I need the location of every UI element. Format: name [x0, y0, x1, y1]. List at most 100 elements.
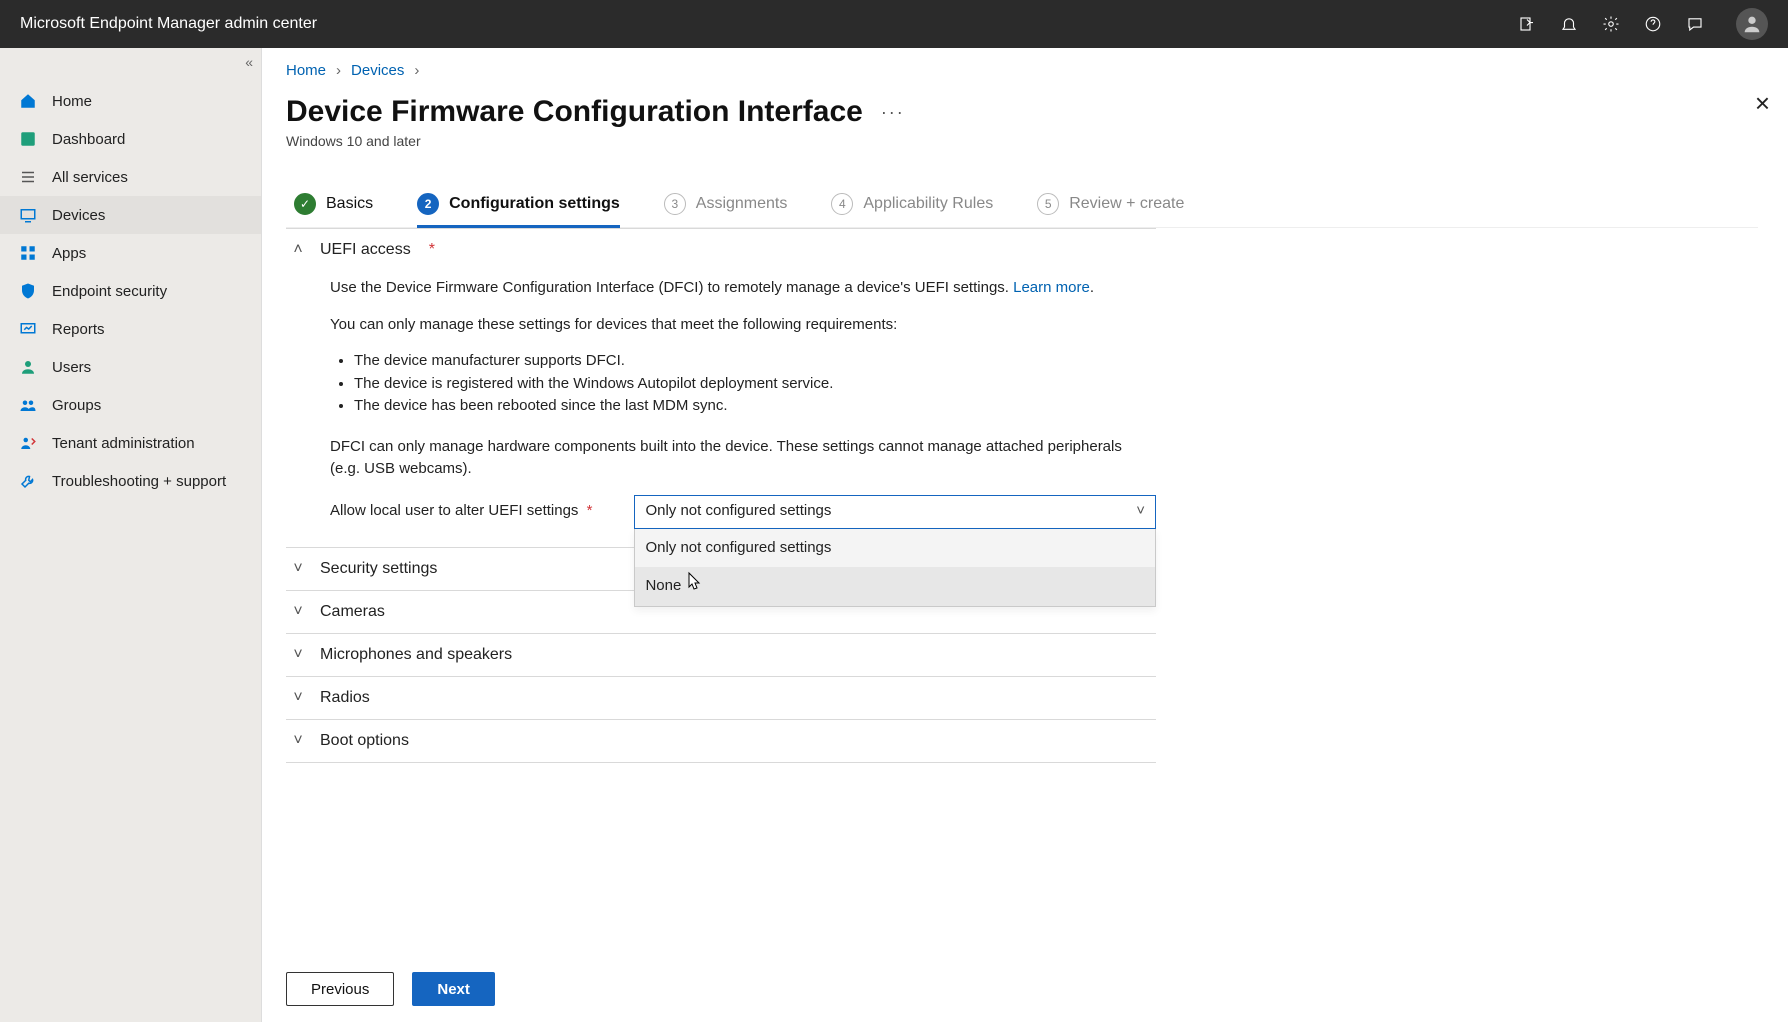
sidebar-item-label: Endpoint security	[52, 283, 167, 300]
sidebar-item-label: Users	[52, 359, 91, 376]
chevron-down-icon: ˅	[290, 689, 306, 707]
sidebar-item-endpoint-security[interactable]: Endpoint security	[0, 272, 261, 310]
sidebar-item-label: Reports	[52, 321, 105, 338]
troubleshoot-icon	[18, 471, 38, 491]
gear-icon[interactable]	[1602, 15, 1620, 33]
step-label: Applicability Rules	[863, 195, 993, 213]
wizard-step-basics[interactable]: ✓Basics	[294, 193, 373, 227]
section-title: Cameras	[320, 603, 385, 621]
sidebar: « Home Dashboard All services Devices Apps En…	[0, 48, 262, 1022]
step-label: Configuration settings	[449, 195, 620, 213]
avatar[interactable]	[1736, 8, 1768, 40]
required-indicator: *	[429, 241, 435, 259]
sidebar-item-all-services[interactable]: All services	[0, 158, 261, 196]
chevron-down-icon: ˅	[290, 646, 306, 664]
intro-text: Use the Device Firmware Configuration In…	[330, 277, 1156, 300]
breadcrumb-devices[interactable]: Devices	[351, 62, 404, 79]
security-icon	[18, 281, 38, 301]
chevron-down-icon: ˅	[290, 603, 306, 621]
sidebar-item-dashboard[interactable]: Dashboard	[0, 120, 261, 158]
step-number-icon: 5	[1037, 193, 1059, 215]
section-radios: ˅ Radios	[286, 677, 1156, 720]
list-item: The device manufacturer supports DFCI.	[354, 350, 1156, 373]
help-icon[interactable]	[1644, 15, 1662, 33]
body: « Home Dashboard All services Devices Apps En…	[0, 48, 1788, 1022]
previous-button[interactable]: Previous	[286, 972, 394, 1006]
chat-icon[interactable]	[1686, 15, 1704, 33]
tenant-icon	[18, 433, 38, 453]
list-icon	[18, 167, 38, 187]
sidebar-item-label: Home	[52, 93, 92, 110]
more-actions-button[interactable]: ···	[881, 102, 905, 123]
sidebar-item-label: Groups	[52, 397, 101, 414]
chevron-down-icon: ˅	[290, 560, 306, 578]
upload-icon[interactable]	[1518, 15, 1536, 33]
dropdown-button[interactable]: Only not configured settings ˅	[634, 495, 1156, 529]
section-header[interactable]: ˅ Radios	[286, 677, 1156, 719]
peripheral-note: DFCI can only manage hardware components…	[330, 436, 1156, 481]
home-icon	[18, 91, 38, 111]
dropdown-option[interactable]: None	[635, 567, 1155, 606]
sidebar-item-reports[interactable]: Reports	[0, 310, 261, 348]
sidebar-item-tenant-administration[interactable]: Tenant administration	[0, 424, 261, 462]
next-button[interactable]: Next	[412, 972, 495, 1006]
step-label: Assignments	[696, 195, 788, 213]
sidebar-item-users[interactable]: Users	[0, 348, 261, 386]
field-label: Allow local user to alter UEFI settings …	[330, 500, 592, 523]
main: Home › Devices › Device Firmware Configu…	[262, 48, 1788, 1022]
wizard-step-applicability-rules[interactable]: 4Applicability Rules	[831, 193, 993, 227]
chevron-down-icon: ˅	[290, 732, 306, 750]
sidebar-item-groups[interactable]: Groups	[0, 386, 261, 424]
sidebar-item-label: All services	[52, 169, 128, 186]
learn-more-link[interactable]: Learn more	[1013, 279, 1090, 296]
sidebar-item-label: Dashboard	[52, 131, 125, 148]
sidebar-item-label: Apps	[52, 245, 86, 262]
sidebar-item-devices[interactable]: Devices	[0, 196, 261, 234]
section-header[interactable]: ˅ Microphones and speakers	[286, 634, 1156, 676]
topbar: Microsoft Endpoint Manager admin center	[0, 0, 1788, 48]
close-blade-button[interactable]: ×	[1755, 88, 1770, 119]
wizard-step-assignments[interactable]: 3 Assignments	[664, 193, 788, 227]
page-title: Device Firmware Configuration Interface	[286, 95, 863, 129]
wizard-step-review-create[interactable]: 5 Review + create	[1037, 193, 1184, 227]
list-item: The device has been rebooted since the l…	[354, 395, 1156, 418]
section-title: Boot options	[320, 732, 409, 750]
sidebar-item-label: Devices	[52, 207, 105, 224]
sidebar-item-label: Tenant administration	[52, 435, 195, 452]
step-label: Basics	[326, 195, 373, 213]
section-boot-options: ˅ Boot options	[286, 720, 1156, 763]
collapse-sidebar-button[interactable]: «	[245, 54, 253, 70]
cursor-icon	[687, 571, 703, 591]
sidebar-item-troubleshooting-support[interactable]: Troubleshooting + support	[0, 462, 261, 500]
bell-icon[interactable]	[1560, 15, 1578, 33]
sidebar-item-home[interactable]: Home	[0, 82, 261, 120]
footer: Previous Next	[262, 959, 1788, 1022]
section-microphones-and-speakers: ˅ Microphones and speakers	[286, 634, 1156, 677]
selected-value: Only not configured settings	[645, 500, 831, 523]
step-number-icon: 3	[664, 193, 686, 215]
section-header[interactable]: ˅ Boot options	[286, 720, 1156, 762]
devices-icon	[18, 205, 38, 225]
required-indicator: *	[582, 502, 592, 519]
app-title: Microsoft Endpoint Manager admin center	[20, 15, 317, 33]
topbar-right	[1518, 8, 1768, 40]
requirements-lead: You can only manage these settings for d…	[330, 314, 1156, 337]
dashboard-icon	[18, 129, 38, 149]
chevron-down-icon: ˅	[1136, 500, 1145, 523]
breadcrumb: Home › Devices ›	[286, 62, 1758, 79]
section-title: Microphones and speakers	[320, 646, 512, 664]
section-header-uefi[interactable]: ˄ UEFI access*	[286, 229, 1156, 271]
breadcrumb-home[interactable]: Home	[286, 62, 326, 79]
section-title: Radios	[320, 689, 370, 707]
chevron-right-icon: ›	[336, 62, 341, 79]
step-number-icon: 2	[417, 193, 439, 215]
step-label: Review + create	[1069, 195, 1184, 213]
field-allow-local-user: Allow local user to alter UEFI settings …	[330, 495, 1156, 529]
sidebar-item-apps[interactable]: Apps	[0, 234, 261, 272]
section-body-uefi: Use the Device Firmware Configuration In…	[286, 271, 1156, 547]
requirements-list: The device manufacturer supports DFCI. T…	[330, 350, 1156, 418]
wizard-step-configuration-settings[interactable]: 2 Configuration settings	[417, 193, 620, 228]
dropdown-option[interactable]: Only not configured settings	[635, 529, 1155, 568]
uefi-settings-select: Only not configured settings ˅ Only not …	[634, 495, 1156, 529]
list-item: The device is registered with the Window…	[354, 373, 1156, 396]
